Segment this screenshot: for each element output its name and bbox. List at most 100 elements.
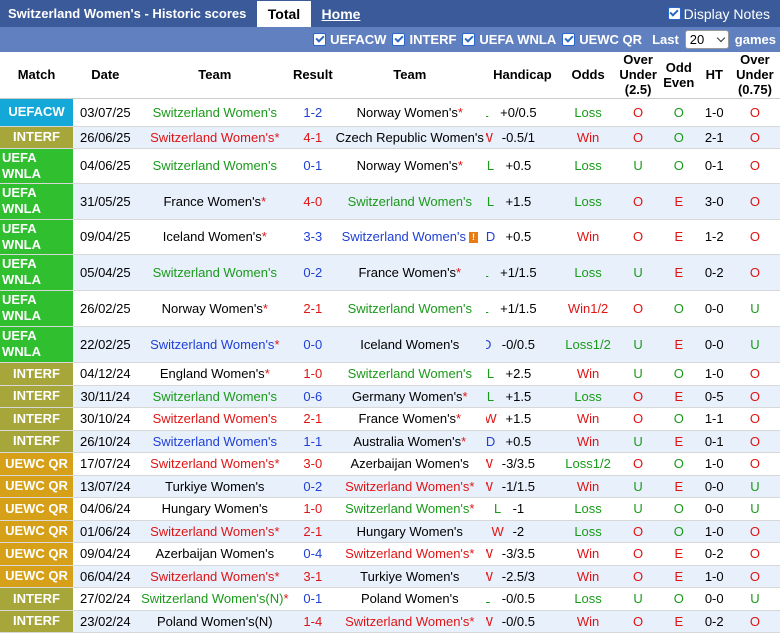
checkbox-icon[interactable]	[667, 7, 681, 20]
away-team-name[interactable]: Norway Women's	[357, 158, 458, 173]
match-competition[interactable]: INTERF	[0, 126, 73, 149]
table-row[interactable]: UEFA WNLA 09/04/25 Iceland Women's* 3-3 Swit…	[0, 219, 780, 255]
checkbox-icon[interactable]	[313, 33, 327, 46]
home-team-name[interactable]: Switzerland Women's	[150, 456, 274, 471]
home-team-name[interactable]: Hungary Women's	[162, 501, 268, 516]
home-team-name[interactable]: Switzerland Women's	[153, 265, 277, 280]
away-team-name[interactable]: France Women's	[358, 265, 456, 280]
table-row[interactable]: UEFA WNLA 22/02/25 Switzerland Women's* 0-0…	[0, 326, 780, 363]
table-row[interactable]: UEWC QR 06/04/24 Switzerland Women's* 3-1 Tu…	[0, 565, 780, 588]
checkbox-icon[interactable]	[462, 33, 476, 46]
away-team-name[interactable]: Switzerland Women's	[348, 194, 472, 209]
home-team[interactable]: Turkiye Women's	[137, 475, 292, 498]
home-team[interactable]: Poland Women's(N)	[137, 610, 292, 633]
home-team-name[interactable]: Switzerland Women's	[150, 524, 274, 539]
match-competition[interactable]: UEWC QR	[0, 542, 73, 566]
away-team[interactable]: Switzerland Women's*	[333, 497, 486, 521]
match-score[interactable]: 0-2	[291, 475, 334, 498]
home-team[interactable]: Azerbaijan Women's	[137, 542, 292, 566]
match-score[interactable]: 1-4	[291, 610, 334, 633]
away-team-name[interactable]: Switzerland Women's	[342, 229, 466, 244]
home-team-name[interactable]: Poland Women's(N)	[157, 614, 273, 629]
away-team-name[interactable]: Turkiye Women's	[360, 569, 459, 584]
table-row[interactable]: INTERF 23/02/24 Poland Women's(N) 1-4 Switze…	[0, 610, 780, 633]
away-team-name[interactable]: Azerbaijan Women's	[350, 456, 469, 471]
table-row[interactable]: INTERF 27/02/24 Switzerland Women's(N)* 0-1…	[0, 587, 780, 611]
away-team-name[interactable]: Hungary Women's	[357, 524, 463, 539]
away-team[interactable]: Czech Republic Women's	[333, 126, 486, 149]
away-team-name[interactable]: Iceland Women's	[360, 337, 459, 352]
table-row[interactable]: UEWC QR 01/06/24 Switzerland Women's* 2-1 Hu…	[0, 520, 780, 543]
away-team[interactable]: Iceland Women's	[333, 326, 486, 363]
away-team[interactable]: France Women's*	[333, 254, 486, 291]
home-team-name[interactable]: Azerbaijan Women's	[156, 546, 275, 561]
home-team-name[interactable]: Switzerland Women's	[153, 411, 277, 426]
match-score[interactable]: 0-6	[291, 385, 334, 408]
away-team[interactable]: Hungary Women's	[333, 520, 486, 543]
match-competition[interactable]: INTERF	[0, 587, 73, 611]
away-team-name[interactable]: Czech Republic Women's	[336, 130, 484, 145]
home-team-name[interactable]: Iceland Women's	[163, 229, 262, 244]
home-team[interactable]: Switzerland Women's*	[137, 126, 292, 149]
home-team[interactable]: France Women's*	[137, 183, 292, 220]
match-score[interactable]: 0-1	[291, 587, 334, 611]
match-score[interactable]: 0-4	[291, 542, 334, 566]
table-row[interactable]: INTERF 26/10/24 Switzerland Women's 1-1 Aust…	[0, 430, 780, 453]
away-team[interactable]: Azerbaijan Women's	[333, 452, 486, 476]
home-team-name[interactable]: Switzerland Women's	[153, 158, 277, 173]
away-team-name[interactable]: Australia Women's	[353, 434, 461, 449]
match-competition[interactable]: UEFA WNLA	[0, 183, 73, 220]
home-team[interactable]: Switzerland Women's*	[137, 520, 292, 543]
away-team-name[interactable]: Switzerland Women's	[345, 614, 469, 629]
home-team-name[interactable]: Switzerland Women's	[150, 569, 274, 584]
away-team[interactable]: Germany Women's*	[333, 385, 486, 408]
filter-uefacw[interactable]: UEFACW	[313, 32, 386, 47]
home-team-name[interactable]: Norway Women's	[162, 301, 263, 316]
table-row[interactable]: UEWC QR 04/06/24 Hungary Women's 1-0 Switzer…	[0, 497, 780, 521]
filter-uefa-wnla[interactable]: UEFA WNLA	[462, 32, 556, 47]
away-team[interactable]: Switzerland Women's!	[333, 219, 486, 255]
home-team-name[interactable]: Switzerland Women's(N)	[141, 591, 283, 606]
display-notes-toggle[interactable]: Display Notes	[667, 0, 770, 27]
table-row[interactable]: INTERF 30/10/24 Switzerland Women's 2-1 Fran…	[0, 407, 780, 431]
table-row[interactable]: UEFACW 03/07/25 Switzerland Women's 1-2 Norw…	[0, 98, 780, 127]
home-team[interactable]: Iceland Women's*	[137, 219, 292, 255]
tab-total[interactable]: Total	[257, 1, 311, 27]
match-competition[interactable]: INTERF	[0, 430, 73, 453]
table-row[interactable]: INTERF 04/12/24 England Women's* 1-0 Switzer…	[0, 362, 780, 386]
match-score[interactable]: 2-1	[291, 407, 334, 431]
table-row[interactable]: UEFA WNLA 31/05/25 France Women's* 4-0 Switz…	[0, 183, 780, 220]
away-team-name[interactable]: Norway Women's	[357, 105, 458, 120]
match-competition[interactable]: UEFA WNLA	[0, 219, 73, 255]
match-score[interactable]: 3-3	[291, 219, 334, 255]
away-team-name[interactable]: Switzerland Women's	[345, 501, 469, 516]
table-row[interactable]: UEFA WNLA 04/06/25 Switzerland Women's 0-1 N…	[0, 148, 780, 184]
match-competition[interactable]: INTERF	[0, 362, 73, 386]
away-team[interactable]: France Women's*	[333, 407, 486, 431]
match-competition[interactable]: INTERF	[0, 385, 73, 408]
home-team[interactable]: Hungary Women's	[137, 497, 292, 521]
away-team[interactable]: Norway Women's*	[333, 98, 486, 127]
away-team[interactable]: Australia Women's*	[333, 430, 486, 453]
home-team[interactable]: Norway Women's*	[137, 290, 292, 327]
away-team-name[interactable]: Switzerland Women's	[348, 301, 472, 316]
away-team[interactable]: Poland Women's	[333, 587, 486, 611]
home-team[interactable]: Switzerland Women's*	[137, 452, 292, 476]
home-team-name[interactable]: France Women's	[163, 194, 261, 209]
last-games-select[interactable]: 20	[684, 30, 729, 49]
match-score[interactable]: 3-0	[291, 452, 334, 476]
match-competition[interactable]: UEFACW	[0, 98, 73, 127]
match-competition[interactable]: UEWC QR	[0, 520, 73, 543]
home-team-name[interactable]: England Women's	[160, 366, 265, 381]
table-row[interactable]: UEFA WNLA 26/02/25 Norway Women's* 2-1 Switz…	[0, 290, 780, 327]
match-competition[interactable]: UEWC QR	[0, 475, 73, 498]
home-team[interactable]: England Women's*	[137, 362, 292, 386]
match-score[interactable]: 0-2	[291, 254, 334, 291]
home-team-name[interactable]: Switzerland Women's	[150, 337, 274, 352]
checkbox-icon[interactable]	[562, 33, 576, 46]
away-team[interactable]: Switzerland Women's*	[333, 542, 486, 566]
away-team-name[interactable]: Switzerland Women's	[345, 479, 469, 494]
match-score[interactable]: 2-1	[291, 290, 334, 327]
match-competition[interactable]: INTERF	[0, 610, 73, 633]
table-row[interactable]: UEWC QR 13/07/24 Turkiye Women's 0-2 Switzer…	[0, 475, 780, 498]
